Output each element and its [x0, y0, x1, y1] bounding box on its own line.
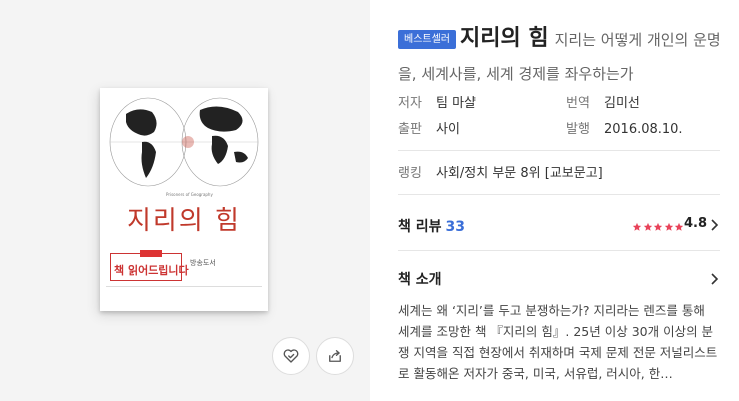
- divider: [398, 250, 720, 251]
- divider: [398, 150, 720, 151]
- rank-label: 랭킹: [398, 166, 422, 181]
- cover-banner-tab: [140, 250, 162, 257]
- publisher-label: 출판: [398, 122, 422, 137]
- author-label: 저자: [398, 96, 422, 111]
- world-map-illustration: [109, 97, 259, 187]
- date-label: 발행: [566, 122, 590, 137]
- cover-side-text: 방송도서: [190, 259, 216, 267]
- author-row: 저자 팀 마샬: [398, 92, 476, 111]
- star-icon: [664, 222, 673, 231]
- publisher-value[interactable]: 사이: [436, 122, 460, 137]
- date-row: 발행 2016.08.10.: [566, 118, 683, 137]
- chevron-right-icon: [711, 219, 719, 231]
- title-row: 베스트셀러 지리의 힘 지리는 어떻게 개인의 운명을, 세계사를, 세계 경제를 …: [398, 22, 728, 91]
- star-icon: [632, 222, 642, 231]
- rating-value: 4.8: [684, 216, 708, 231]
- share-button[interactable]: [316, 337, 354, 375]
- cover-divider: [106, 286, 262, 287]
- star-icon: [674, 222, 684, 231]
- cover-title: 지리의 힘: [127, 206, 241, 236]
- like-button[interactable]: [272, 337, 310, 375]
- cover-subcopy: Prisoners of Geography: [166, 192, 213, 197]
- cover-banner-text: 책 읽어드립니다: [114, 264, 189, 277]
- date-value: 2016.08.10.: [604, 122, 683, 137]
- bestseller-badge: 베스트셀러: [398, 30, 456, 49]
- translator-row: 번역 김미선: [566, 92, 640, 111]
- star-icon: [653, 222, 663, 231]
- intro-text: 세계는 왜 ‘지리’를 두고 분쟁하는가? 지리라는 렌즈를 통해 세계를 조망…: [398, 303, 718, 381]
- book-cover[interactable]: Prisoners of Geography 지리의 힘 책 읽어드립니다 방송…: [100, 88, 268, 311]
- publisher-row: 출판 사이: [398, 118, 460, 137]
- book-title: 지리의 힘: [460, 26, 549, 51]
- star-icon: [643, 222, 652, 231]
- rank-value[interactable]: 사회/정치 부문 8위 [교보문고]: [436, 166, 603, 181]
- review-count: 33: [445, 219, 465, 235]
- review-title: 책 리뷰: [398, 219, 442, 235]
- translator-label: 번역: [566, 96, 590, 111]
- divider: [398, 194, 720, 195]
- heart-check-icon: [283, 349, 299, 363]
- rating-stars: [632, 216, 685, 235]
- chevron-right-icon[interactable]: [710, 272, 720, 286]
- translator-value[interactable]: 김미선: [604, 96, 640, 111]
- rank-row: 랭킹 사회/정치 부문 8위 [교보문고]: [398, 162, 603, 181]
- share-icon: [329, 350, 341, 362]
- review-row[interactable]: 책 리뷰 33 4.8: [398, 216, 720, 236]
- book-info-panel: 베스트셀러 지리의 힘 지리는 어떻게 개인의 운명을, 세계사를, 세계 경제를 …: [370, 0, 739, 401]
- book-cover-panel: Prisoners of Geography 지리의 힘 책 읽어드립니다 방송…: [0, 0, 370, 401]
- intro-title[interactable]: 책 소개: [398, 269, 442, 289]
- author-value[interactable]: 팀 마샬: [436, 96, 476, 111]
